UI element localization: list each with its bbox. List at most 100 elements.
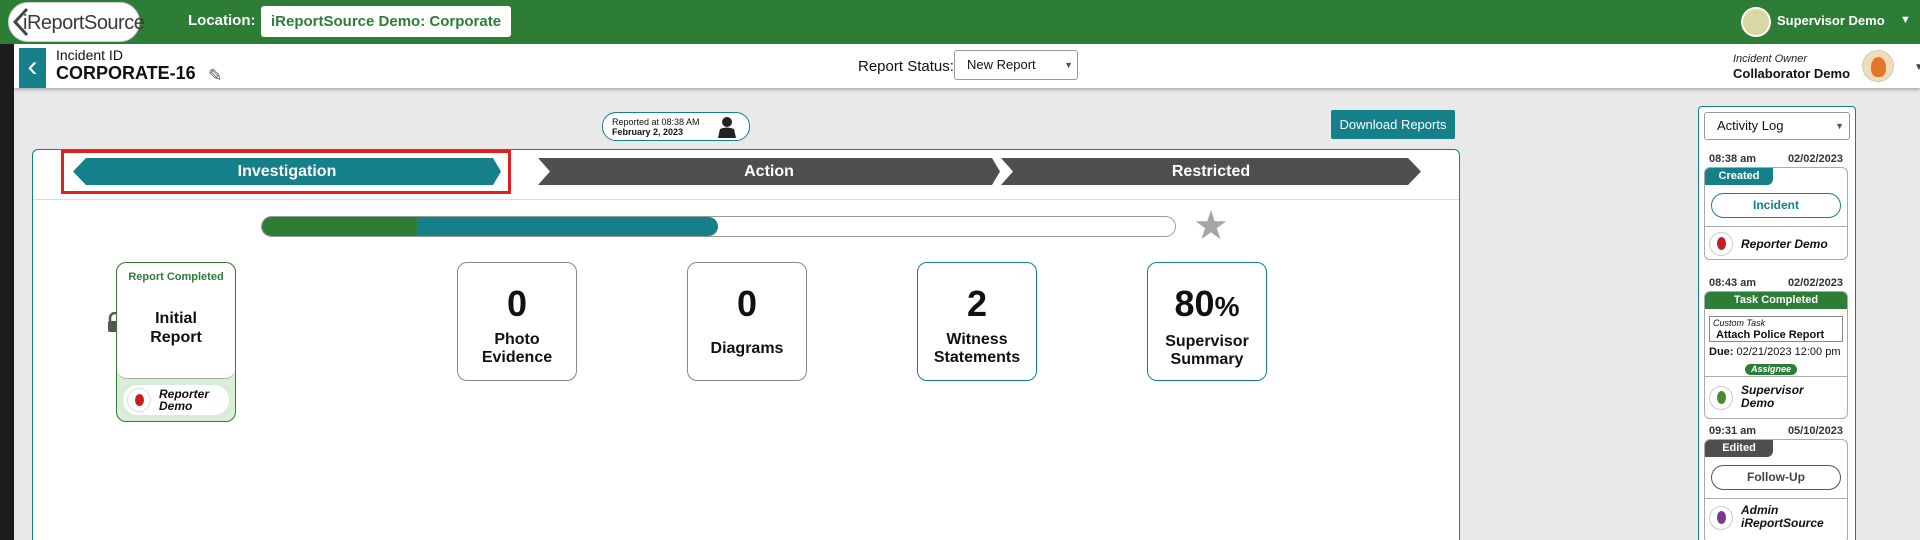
reported-time: Reported at 08:38 AM — [612, 117, 700, 127]
activity-user: Admin iReportSource — [1741, 504, 1824, 530]
initial-report-card[interactable]: Report Completed Initial Report Reporter… — [116, 262, 236, 422]
reporter-avatar — [127, 388, 151, 412]
initial-report-title-line2: Report — [150, 329, 202, 346]
witness-statements-label: Witness Statements — [918, 331, 1036, 367]
activity-time: 09:31 am — [1709, 425, 1757, 437]
activity-pill[interactable]: Incident — [1711, 193, 1841, 218]
initial-report-title-line1: Initial — [155, 310, 197, 327]
app-logo[interactable]: iReportSource — [8, 2, 145, 42]
activity-time: 08:43 am — [1709, 277, 1757, 289]
photo-evidence-count: 0 — [506, 283, 528, 324]
divider — [1705, 498, 1847, 499]
location-label: Location: — [188, 12, 256, 29]
reporter-name: Reporter Demo — [159, 388, 209, 412]
activity-log-panel: Activity Log ▼ 08:38 am 02/02/2023 Creat… — [1698, 106, 1856, 540]
initial-report-body: Report Completed Initial Report — [117, 263, 235, 379]
initial-report-title: Initial Report — [117, 309, 235, 347]
report-status-select[interactable]: New Report ▼ — [954, 50, 1078, 80]
left-strip — [0, 44, 14, 540]
assignee-badge: Assignee — [1745, 364, 1797, 375]
custom-task-title: Attach Police Report — [1716, 329, 1825, 341]
activity-log-select-value: Activity Log — [1717, 118, 1784, 133]
divider — [1705, 226, 1847, 227]
activity-date: 02/02/2023 — [1787, 153, 1843, 165]
initial-report-reporter: Reporter Demo — [123, 385, 229, 415]
report-status-label: Report Status: — [858, 58, 954, 75]
percent-sign: % — [1214, 291, 1240, 322]
user-avatar — [1709, 506, 1733, 530]
witness-statements-label-line1: Witness — [946, 331, 1008, 348]
tab-action[interactable]: Action — [538, 158, 1000, 185]
due-date: Due: 02/21/2023 12:00 pm — [1709, 346, 1841, 358]
activity-badge: Created — [1705, 168, 1773, 185]
location-selector[interactable]: iReportSource Demo: Corporate — [261, 6, 512, 37]
chevron-down-icon[interactable]: ▼ — [1914, 62, 1920, 73]
incident-owner-label: Incident Owner — [1733, 53, 1807, 65]
activity-entry[interactable]: Task Completed Custom Task Attach Police… — [1704, 291, 1848, 419]
activity-entry[interactable]: Created Incident Reporter Demo — [1704, 167, 1848, 260]
due-value: 02/21/2023 12:00 pm — [1736, 346, 1841, 358]
star-icon[interactable]: ★ — [1193, 206, 1229, 246]
user-avatar[interactable] — [1741, 7, 1771, 37]
activity-badge: Task Completed — [1705, 292, 1847, 309]
activity-entry[interactable]: Edited Follow-Up Admin iReportSource — [1704, 439, 1848, 540]
progress-segment-in-progress — [417, 217, 719, 236]
chevron-left-icon: ‹ — [27, 50, 38, 83]
user-name[interactable]: Supervisor Demo — [1777, 13, 1885, 28]
incident-owner-name: Collaborator Demo — [1733, 66, 1851, 81]
reported-date: February 2, 2023 — [612, 127, 684, 137]
supervisor-summary-percent: 80% — [1148, 283, 1266, 325]
owner-avatar[interactable] — [1862, 50, 1894, 82]
witness-statements-card[interactable]: 2 Witness Statements — [917, 262, 1037, 381]
back-button[interactable]: ‹ — [19, 48, 46, 88]
tab-restricted[interactable]: Restricted — [1001, 158, 1421, 185]
report-status-value: New Report — [967, 57, 1036, 72]
top-bar: iReportSource Location: iReportSource De… — [0, 0, 1920, 44]
divider — [1705, 376, 1847, 377]
activity-badge: Edited — [1705, 440, 1773, 457]
activity-time: 08:38 am — [1709, 153, 1757, 165]
reporter-name-line2: Demo — [159, 399, 193, 413]
photo-evidence-label: Photo Evidence — [458, 331, 576, 367]
diagrams-card[interactable]: 0 Diagrams — [687, 262, 807, 381]
diagrams-label: Diagrams — [710, 340, 784, 357]
activity-user-line2: iReportSource — [1741, 516, 1824, 530]
chevron-down-icon[interactable]: ▼ — [1900, 14, 1911, 26]
custom-task-box: Custom Task Attach Police Report — [1709, 316, 1843, 342]
download-reports-button[interactable]: Download Reports — [1331, 110, 1455, 139]
reporter-person-icon — [718, 117, 736, 138]
activity-log-select[interactable]: Activity Log ▼ — [1704, 112, 1850, 140]
supervisor-summary-card[interactable]: 80% Supervisor Summary — [1147, 262, 1267, 381]
diagrams-count: 0 — [736, 283, 758, 324]
activity-date: 02/02/2023 — [1787, 277, 1843, 289]
witness-statements-count: 2 — [966, 283, 988, 324]
supervisor-summary-label-line1: Supervisor — [1165, 333, 1249, 350]
incident-id-label: Incident ID — [56, 47, 123, 63]
custom-task-label: Custom Task — [1713, 318, 1766, 328]
photo-evidence-label-line2: Evidence — [481, 349, 553, 366]
caret-down-icon: ▼ — [1835, 121, 1844, 131]
supervisor-summary-label: Supervisor Summary — [1148, 333, 1266, 369]
activity-pill[interactable]: Follow-Up — [1711, 465, 1841, 490]
supervisor-summary-label-line2: Summary — [1170, 351, 1244, 368]
witness-statements-label-line2: Statements — [933, 349, 1021, 366]
user-avatar — [1709, 386, 1733, 410]
workflow-panel: Investigation Action Restricted ★ Report… — [32, 149, 1460, 540]
logo-text: iReportSource — [23, 12, 145, 34]
stage-tabs: Investigation Action Restricted — [33, 150, 1459, 200]
photo-evidence-label-line1: Photo — [494, 331, 540, 348]
caret-down-icon: ▼ — [1064, 60, 1073, 70]
incident-header: ‹ Incident ID CORPORATE-16 ✎ Report Stat… — [14, 44, 1920, 88]
activity-user: Supervisor Demo — [1741, 384, 1804, 410]
user-avatar — [1709, 232, 1733, 256]
progress-segment-completed — [262, 217, 418, 236]
pencil-icon[interactable]: ✎ — [208, 66, 222, 86]
supervisor-summary-value: 80 — [1174, 283, 1215, 324]
reported-at-badge: Reported at 08:38 AM February 2, 2023 — [602, 112, 750, 141]
incident-id: CORPORATE-16 — [56, 63, 196, 83]
highlight-box — [61, 150, 511, 194]
photo-evidence-card[interactable]: 0 Photo Evidence — [457, 262, 577, 381]
progress-bar — [261, 216, 1176, 237]
activity-user-line2: Demo — [1741, 396, 1775, 410]
activity-user: Reporter Demo — [1741, 237, 1828, 251]
